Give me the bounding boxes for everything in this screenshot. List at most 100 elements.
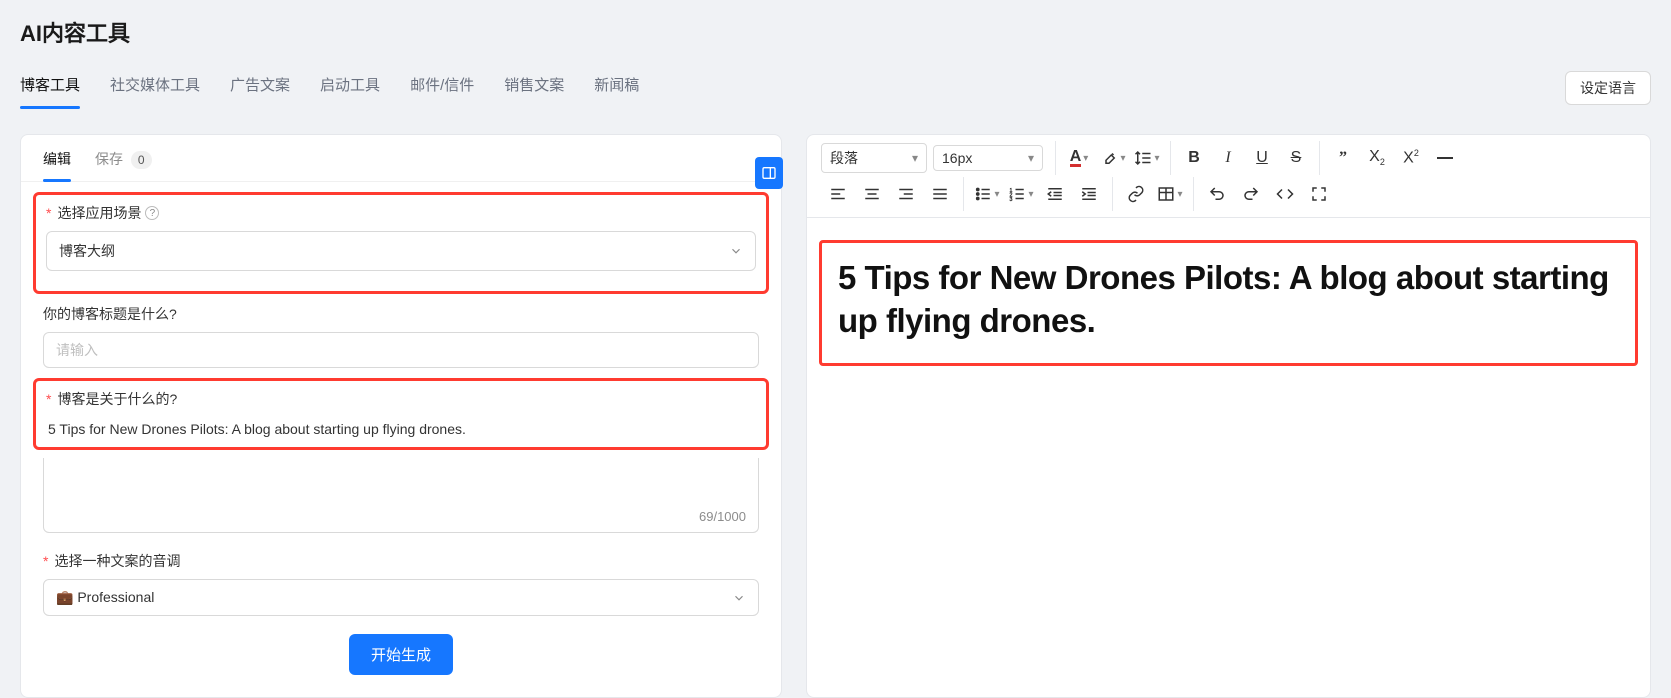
- scene-field-highlight: * 选择应用场景 ? 博客大纲: [33, 192, 769, 294]
- code-view-button[interactable]: [1268, 179, 1302, 209]
- ordered-list-button[interactable]: 123 ▾: [1004, 179, 1038, 209]
- italic-button[interactable]: I: [1211, 143, 1245, 173]
- format-select-value: 段落: [830, 148, 858, 168]
- link-button[interactable]: [1119, 179, 1153, 209]
- align-right-icon: [897, 185, 915, 203]
- inner-tab-save-label: 保存: [95, 151, 123, 167]
- about-label: * 博客是关于什么的?: [46, 389, 756, 409]
- about-field-highlight: * 博客是关于什么的? 5 Tips for New Drones Pilots…: [33, 378, 769, 450]
- set-language-button[interactable]: 设定语言: [1565, 71, 1651, 105]
- superscript-icon: X2: [1403, 148, 1419, 167]
- title-label: 你的博客标题是什么?: [43, 304, 759, 324]
- tone-label: * 选择一种文案的音调: [43, 551, 759, 571]
- tab-advertisement[interactable]: 广告文案: [230, 66, 290, 109]
- subscript-button[interactable]: X2: [1360, 143, 1394, 173]
- align-left-icon: [829, 185, 847, 203]
- horizontal-rule-button[interactable]: [1428, 143, 1462, 173]
- generate-button[interactable]: 开始生成: [349, 634, 453, 675]
- inner-tab-edit[interactable]: 编辑: [43, 149, 71, 181]
- fullscreen-button[interactable]: [1302, 179, 1336, 209]
- tab-email[interactable]: 邮件/信件: [410, 66, 474, 109]
- tab-social-media[interactable]: 社交媒体工具: [110, 66, 200, 109]
- scene-select[interactable]: 博客大纲: [46, 231, 756, 271]
- about-textarea[interactable]: [44, 458, 758, 498]
- tone-select-value: Professional: [77, 589, 154, 605]
- underline-button[interactable]: U: [1245, 143, 1279, 173]
- tone-select[interactable]: 💼 Professional: [43, 579, 759, 616]
- fullscreen-icon: [1310, 185, 1328, 203]
- about-textarea-preview: 5 Tips for New Drones Pilots: A blog abo…: [46, 417, 756, 437]
- code-icon: [1276, 185, 1294, 203]
- italic-icon: I: [1225, 149, 1230, 167]
- top-tabs: 博客工具 社交媒体工具 广告文案 启动工具 邮件/信件 销售文案 新闻稿: [20, 66, 639, 109]
- align-center-button[interactable]: [855, 179, 889, 209]
- link-icon: [1127, 185, 1145, 203]
- bold-icon: B: [1188, 149, 1200, 167]
- right-panel: 段落 ▾ 16px ▾ A ▾: [806, 134, 1651, 698]
- title-input[interactable]: [43, 332, 759, 368]
- unordered-list-button[interactable]: ▾: [970, 179, 1004, 209]
- list-bullet-icon: [974, 185, 992, 203]
- chevron-down-icon: [729, 244, 743, 258]
- font-color-button[interactable]: A ▾: [1062, 143, 1096, 173]
- panel-collapse-toggle[interactable]: [755, 157, 783, 189]
- format-select[interactable]: 段落 ▾: [821, 143, 927, 173]
- indent-button[interactable]: [1072, 179, 1106, 209]
- editor-heading[interactable]: 5 Tips for New Drones Pilots: A blog abo…: [838, 257, 1619, 343]
- help-icon[interactable]: ?: [145, 206, 159, 220]
- subscript-icon: X2: [1369, 148, 1385, 167]
- top-tabs-row: 博客工具 社交媒体工具 广告文案 启动工具 邮件/信件 销售文案 新闻稿 设定语…: [20, 66, 1651, 110]
- table-button[interactable]: ▾: [1153, 179, 1187, 209]
- font-color-icon: A: [1070, 150, 1082, 167]
- inner-tab-save[interactable]: 保存 0: [95, 149, 152, 181]
- panel-right-icon: [761, 165, 777, 181]
- indent-icon: [1080, 185, 1098, 203]
- tab-blog-tools[interactable]: 博客工具: [20, 66, 80, 109]
- required-asterisk: *: [46, 205, 51, 221]
- undo-button[interactable]: [1200, 179, 1234, 209]
- required-asterisk: *: [46, 391, 51, 407]
- quote-icon: ”: [1339, 149, 1347, 167]
- align-center-icon: [863, 185, 881, 203]
- about-label-text: 博客是关于什么的?: [57, 389, 177, 409]
- highlight-icon: [1100, 149, 1118, 167]
- bold-button[interactable]: B: [1177, 143, 1211, 173]
- align-justify-icon: [931, 185, 949, 203]
- underline-icon: U: [1256, 149, 1268, 167]
- line-height-icon: [1134, 149, 1152, 167]
- align-right-button[interactable]: [889, 179, 923, 209]
- required-asterisk: *: [43, 553, 48, 569]
- scene-label-text: 选择应用场景: [57, 203, 141, 223]
- quote-button[interactable]: ”: [1326, 143, 1360, 173]
- strikethrough-icon: S: [1291, 149, 1302, 167]
- inner-tab-save-badge: 0: [131, 151, 152, 169]
- editor-body[interactable]: 5 Tips for New Drones Pilots: A blog abo…: [807, 218, 1650, 384]
- editor-toolbar: 段落 ▾ 16px ▾ A ▾: [807, 135, 1650, 218]
- page-title: AI内容工具: [20, 16, 1651, 48]
- tab-startup[interactable]: 启动工具: [320, 66, 380, 109]
- editor-heading-highlight: 5 Tips for New Drones Pilots: A blog abo…: [819, 240, 1638, 366]
- align-left-button[interactable]: [821, 179, 855, 209]
- table-icon: [1157, 185, 1175, 203]
- svg-text:3: 3: [1010, 197, 1013, 203]
- chevron-down-icon: [732, 591, 746, 605]
- scene-select-value: 博客大纲: [59, 241, 115, 261]
- about-counter: 69/1000: [44, 503, 758, 532]
- left-inner-tabs: 编辑 保存 0: [21, 135, 781, 182]
- line-height-button[interactable]: ▾: [1130, 143, 1164, 173]
- redo-button[interactable]: [1234, 179, 1268, 209]
- outdent-button[interactable]: [1038, 179, 1072, 209]
- redo-icon: [1242, 185, 1260, 203]
- font-size-select-value: 16px: [942, 150, 972, 166]
- tone-emoji: 💼: [56, 589, 73, 605]
- scene-label: * 选择应用场景 ?: [46, 203, 756, 223]
- font-size-select[interactable]: 16px ▾: [933, 145, 1043, 171]
- minus-icon: [1437, 157, 1453, 159]
- tab-pressrelease[interactable]: 新闻稿: [594, 66, 639, 109]
- align-justify-button[interactable]: [923, 179, 957, 209]
- highlight-color-button[interactable]: ▾: [1096, 143, 1130, 173]
- tab-sales[interactable]: 销售文案: [504, 66, 564, 109]
- strikethrough-button[interactable]: S: [1279, 143, 1313, 173]
- left-panel: 编辑 保存 0 * 选择应用场景 ? 博客大纲: [20, 134, 782, 698]
- superscript-button[interactable]: X2: [1394, 143, 1428, 173]
